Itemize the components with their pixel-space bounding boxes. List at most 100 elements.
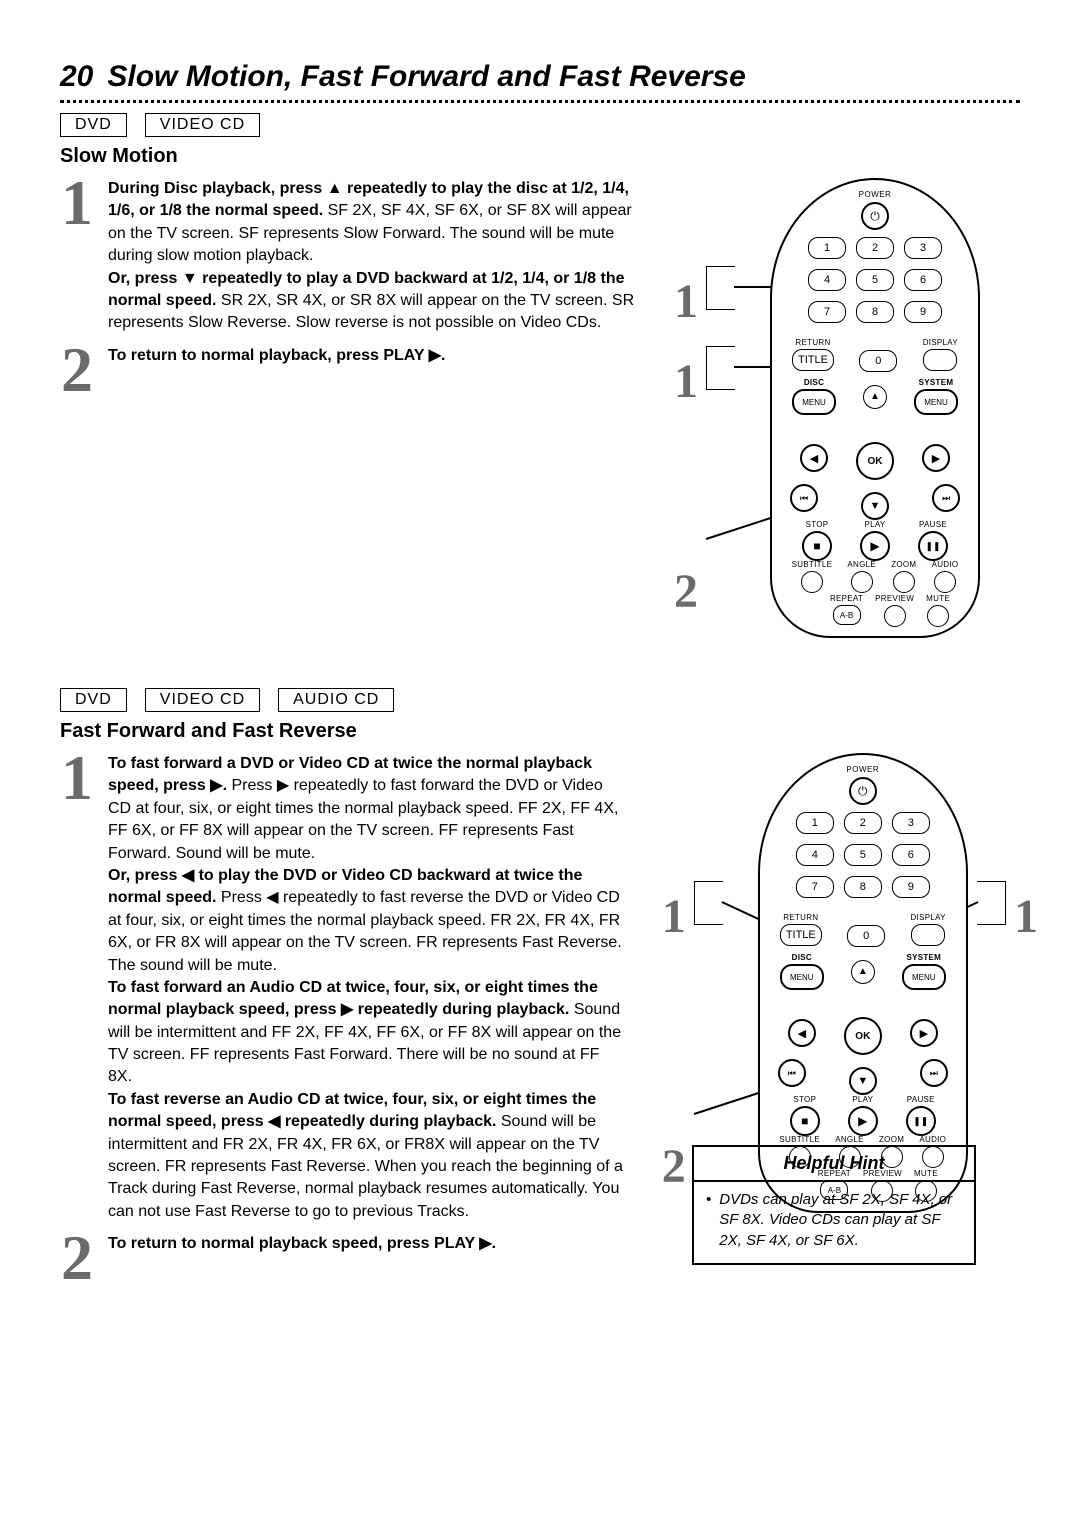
callout-box	[977, 881, 1006, 925]
pause-label: PAUSE	[919, 520, 947, 529]
skip-next-icon: ⏭	[932, 484, 960, 512]
media-tags-section1: DVD VIDEO CD	[60, 113, 1020, 137]
zoom-btn	[893, 571, 915, 593]
hint-text: DVDs can play at SF 2X, SF 4X, or SF 8X.…	[719, 1190, 962, 1251]
key-4: 4	[808, 269, 846, 291]
key-2: 2	[856, 237, 894, 259]
p3-bold: To fast forward an Audio CD at twice, fo…	[108, 979, 598, 1018]
return-label: RETURN	[795, 338, 830, 347]
arrow-down-icon: ▼	[861, 492, 889, 520]
zoom-label: ZOOM	[879, 1135, 904, 1144]
key-8: 8	[856, 301, 894, 323]
return-label: RETURN	[783, 913, 818, 922]
key-4: 4	[796, 844, 834, 866]
stop-label: STOP	[806, 520, 829, 529]
power-icon: ⏻	[861, 202, 889, 230]
row-return-display: RETURN TITLE 0 DISPLAY	[772, 338, 978, 372]
play-icon: ▶	[848, 1106, 878, 1136]
system-label: SYSTEM	[906, 953, 941, 962]
stop-icon: ■	[790, 1106, 820, 1136]
tag-dvd: DVD	[60, 113, 127, 137]
arrow-left-icon: ◀	[788, 1019, 816, 1047]
key-0: 0	[859, 350, 897, 372]
pause-icon: ❚❚	[906, 1106, 936, 1136]
audio-label: AUDIO	[919, 1135, 946, 1144]
title-key: TITLE	[792, 349, 834, 371]
subtitle-label: SUBTITLE	[792, 560, 833, 569]
callout-one-left: 1	[662, 893, 686, 941]
key-6: 6	[892, 844, 930, 866]
play-icon: ▶	[860, 531, 890, 561]
hint-body: •DVDs can play at SF 2X, SF 4X, or SF 8X…	[694, 1182, 974, 1263]
tag-dvd: DVD	[60, 688, 127, 712]
heading-ff-fr: Fast Forward and Fast Reverse	[60, 720, 1020, 743]
key-3: 3	[892, 812, 930, 834]
key-0: 0	[847, 925, 885, 947]
tag-videocd: VIDEO CD	[145, 113, 260, 137]
play-label: PLAY	[852, 1095, 873, 1104]
play-label: PLAY	[864, 520, 885, 529]
subtitle-label: SUBTITLE	[779, 1135, 820, 1144]
aux-row-2: REPEATA-B PREVIEW MUTE	[772, 594, 978, 627]
step2-bold: To return to normal playback speed, pres…	[108, 1235, 496, 1252]
skip-next-icon: ⏭	[920, 1059, 948, 1087]
pause-icon: ❚❚	[918, 531, 948, 561]
arrow-down-icon: ▼	[849, 1067, 877, 1095]
preview-label: PREVIEW	[875, 594, 914, 603]
dotted-separator	[60, 100, 1020, 103]
remote-diagram-1: 1 1 2 POWER ⏻ 1 2 3 4 5 6 7 8	[670, 178, 1010, 658]
subtitle-btn	[801, 571, 823, 593]
callout-one-right: 1	[1014, 893, 1038, 941]
section1-step2: 2 To return to normal playback, press PL…	[60, 345, 640, 399]
transport-row: STOP ■ PLAY ▶ PAUSE ❚❚	[772, 520, 978, 561]
preview-btn	[884, 605, 906, 627]
angle-btn	[851, 571, 873, 593]
display-label: DISPLAY	[923, 338, 958, 347]
bullet-icon: •	[706, 1190, 711, 1251]
step-body: During Disc playback, press ▲ repeatedly…	[108, 178, 640, 335]
section1-step1: 1 During Disc playback, press ▲ repeated…	[60, 178, 640, 335]
remote-body: POWER ⏻ 1 2 3 4 5 6 7 8 9 RETURNTITLE 0 …	[758, 753, 968, 1213]
media-tags-section2: DVD VIDEO CD AUDIO CD	[60, 688, 1020, 712]
callout-one-b: 1	[674, 358, 698, 406]
tag-audiocd: AUDIO CD	[278, 688, 394, 712]
system-label: SYSTEM	[919, 378, 954, 387]
key-9: 9	[892, 876, 930, 898]
keypad: 1 2 3 4 5 6 7 8 9	[796, 811, 930, 899]
step-body: To fast forward a DVD or Video CD at twi…	[108, 753, 628, 1223]
key-3: 3	[904, 237, 942, 259]
display-label: DISPLAY	[910, 913, 945, 922]
arrow-right-icon: ▶	[922, 444, 950, 472]
mute-label: MUTE	[926, 594, 950, 603]
callout-box	[706, 346, 735, 390]
arrow-right-icon: ▶	[910, 1019, 938, 1047]
key-6: 6	[904, 269, 942, 291]
skip-prev-icon: ⏮	[778, 1059, 806, 1087]
power-label: POWER	[859, 190, 892, 199]
direction-cluster: OK ▼ ◀ ▶ ⏮ ⏭	[788, 979, 938, 1089]
page-title: Slow Motion, Fast Forward and Fast Rever…	[107, 60, 745, 94]
section2-text: 1 To fast forward a DVD or Video CD at t…	[60, 753, 628, 1297]
section1-columns: 1 During Disc playback, press ▲ repeated…	[60, 178, 1020, 658]
arrow-left-icon: ◀	[800, 444, 828, 472]
section2-step2: 2 To return to normal playback speed, pr…	[60, 1233, 628, 1287]
zoom-label: ZOOM	[891, 560, 916, 569]
callout-box	[694, 881, 723, 925]
disc-label: DISC	[792, 953, 812, 962]
page-number: 20	[60, 60, 93, 94]
key-1: 1	[796, 812, 834, 834]
callout-box	[706, 266, 735, 310]
callout-two: 2	[674, 568, 698, 616]
section1-text: 1 During Disc playback, press ▲ repeated…	[60, 178, 640, 408]
step2-bold: To return to normal playback, press PLAY…	[108, 347, 445, 364]
title-row: 20 Slow Motion, Fast Forward and Fast Re…	[60, 60, 1020, 94]
remote-body: POWER ⏻ 1 2 3 4 5 6 7 8 9 RETURNTITLE 0 …	[770, 178, 980, 638]
stop-icon: ■	[802, 531, 832, 561]
step-number: 2	[60, 1229, 94, 1287]
row-return-display: RETURNTITLE 0 DISPLAY	[760, 913, 966, 947]
skip-prev-icon: ⏮	[790, 484, 818, 512]
stop-label: STOP	[793, 1095, 816, 1104]
ab-btn: A-B	[833, 605, 861, 625]
helpful-hint-box: Helpful Hint •DVDs can play at SF 2X, SF…	[692, 1145, 976, 1265]
step-body: To return to normal playback, press PLAY…	[108, 345, 445, 367]
